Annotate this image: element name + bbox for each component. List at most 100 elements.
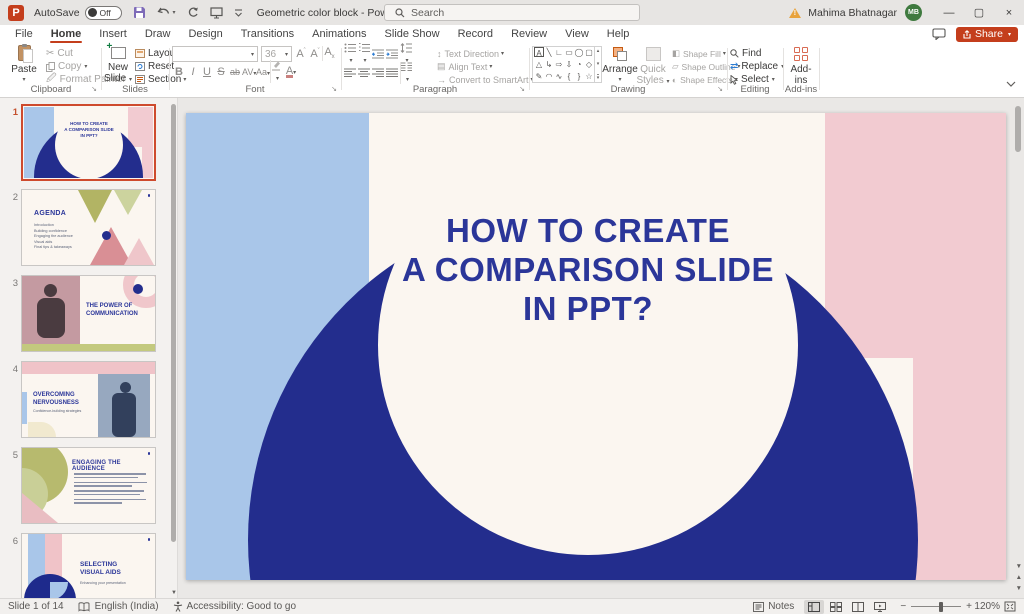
addins-button[interactable]: Add-ins (785, 45, 817, 86)
font-color-icon[interactable]: A▾ (284, 65, 298, 78)
tab-record[interactable]: Record (449, 25, 502, 43)
cut-button[interactable]: ✂Cut (46, 47, 73, 60)
slide-editing-area[interactable]: HOW TO CREATE A COMPARISON SLIDE IN PPT? (186, 113, 1006, 580)
grow-font-icon[interactable]: Aˆ (294, 48, 308, 60)
maximize-button[interactable]: ▢ (964, 0, 994, 25)
slide-indicator[interactable]: Slide 1 of 14 (8, 601, 64, 612)
warning-icon[interactable] (789, 8, 801, 18)
oval-shape-icon[interactable]: ◯ (574, 47, 584, 59)
justify-icon[interactable] (386, 68, 400, 78)
slide-cream-circle-shape[interactable] (378, 135, 798, 555)
increase-indent-icon[interactable] (386, 49, 400, 59)
previous-slide-icon[interactable]: ▲ (1016, 572, 1022, 583)
paragraph-dialog-launcher-icon[interactable]: ↘ (519, 85, 525, 93)
new-slide-button[interactable]: New Slide ▾ (102, 45, 134, 86)
minimize-button[interactable]: — (934, 0, 964, 25)
canvas-scrollbar[interactable] (1015, 106, 1021, 152)
thumbnail-slide-4[interactable]: OVERCOMING NERVOUSNESS Confidence-buildi… (21, 361, 156, 438)
elbow-connector-icon[interactable]: ∟ (554, 47, 564, 59)
slide-show-button[interactable] (870, 600, 890, 614)
triangle-shape-icon[interactable]: △ (534, 59, 544, 71)
clipboard-dialog-launcher-icon[interactable]: ↘ (91, 85, 97, 93)
redo-icon[interactable] (187, 7, 199, 18)
slide-right-band-lower-shape[interactable] (913, 113, 1006, 580)
gallery-scroll-down-icon[interactable]: ▾ (597, 61, 600, 67)
slide-title-text[interactable]: HOW TO CREATE A COMPARISON SLIDE IN PPT? (338, 211, 838, 328)
zoom-slider[interactable] (911, 606, 961, 608)
zoom-out-icon[interactable]: − (900, 601, 906, 612)
close-button[interactable]: × (994, 0, 1024, 25)
decrease-indent-icon[interactable] (372, 49, 386, 59)
arrow-elbow-icon[interactable]: ↳ (544, 59, 554, 71)
align-left-icon[interactable] (344, 68, 358, 78)
user-name[interactable]: Mahima Bhatnagar (808, 7, 897, 19)
tab-insert[interactable]: Insert (90, 25, 136, 43)
scribble-shape-icon[interactable]: ✎ (534, 71, 544, 83)
reset-button[interactable]: Reset (135, 60, 174, 73)
align-right-icon[interactable] (372, 68, 386, 78)
quick-styles-button[interactable]: Quick Styles ▾ (636, 45, 670, 88)
undo-dropdown-icon[interactable]: ▾ (173, 9, 176, 16)
tab-slide-show[interactable]: Slide Show (376, 25, 449, 43)
shape-fill-button[interactable]: ◧Shape Fill▾ (672, 47, 726, 60)
character-spacing-icon[interactable]: AV▾ (242, 67, 256, 77)
highlight-color-icon[interactable]: ▾ (270, 60, 284, 83)
share-button[interactable]: Share ▾ (956, 27, 1018, 42)
thumbnail-slide-6[interactable]: SELECTING VISUAL AIDS Enhancing your pre… (21, 533, 156, 598)
thumbnail-slide-2[interactable]: AGENDA Introduction Building confidence … (21, 189, 156, 266)
zoom-level[interactable]: 120% (972, 601, 1000, 612)
shrink-font-icon[interactable]: Aˇ (308, 48, 322, 60)
slide-sorter-view-button[interactable] (826, 600, 846, 614)
tab-transitions[interactable]: Transitions (232, 25, 303, 43)
reading-view-button[interactable] (848, 600, 868, 614)
tab-view[interactable]: View (556, 25, 598, 43)
right-brace-icon[interactable]: } (574, 71, 584, 83)
bold-button[interactable]: B (172, 66, 186, 78)
gallery-scroll-up-icon[interactable]: ▴ (597, 48, 600, 54)
undo-icon[interactable]: ▾ (157, 7, 176, 18)
left-brace-icon[interactable]: { (564, 71, 574, 83)
italic-button[interactable]: I (186, 66, 200, 78)
text-direction-button[interactable]: ↕Text Direction▾ (437, 47, 504, 60)
replace-button[interactable]: ⇄Replace▾ (730, 60, 784, 73)
pie-shape-icon[interactable]: ◔ (574, 59, 584, 71)
zoom-slider-thumb[interactable] (939, 602, 943, 612)
tab-design[interactable]: Design (179, 25, 231, 43)
comments-icon[interactable] (932, 28, 946, 40)
normal-view-button[interactable] (804, 600, 824, 614)
thumbnail-panel-scrollbar[interactable] (171, 104, 176, 542)
powerpoint-logo-icon[interactable]: P (8, 5, 24, 21)
right-arrow-icon[interactable]: ⇨ (554, 59, 564, 71)
rounded-rectangle-icon[interactable]: ▢ (584, 47, 594, 59)
strike-ab-icon[interactable]: ab (228, 67, 242, 77)
diamond-shape-icon[interactable]: ◇ (584, 59, 594, 71)
next-slide-icon[interactable]: ▼ (1016, 583, 1022, 594)
clear-formatting-icon[interactable]: Ax (322, 46, 336, 60)
drawing-dialog-launcher-icon[interactable]: ↘ (717, 85, 723, 93)
underline-button[interactable]: U (200, 66, 214, 78)
thumbnail-slide-3[interactable]: THE POWER OF COMMUNICATION (21, 275, 156, 352)
change-case-icon[interactable]: Aa▾ (256, 67, 270, 77)
notes-button[interactable]: Notes (753, 601, 794, 612)
font-name-select[interactable]: ▾ (172, 46, 258, 62)
tab-animations[interactable]: Animations (303, 25, 375, 43)
gallery-more-icon[interactable]: ▾ (597, 74, 600, 81)
numbering-icon[interactable]: ▾ (358, 43, 372, 65)
scroll-down-icon[interactable]: ▼ (1016, 561, 1022, 572)
line-shape-icon[interactable]: ╲ (544, 47, 554, 59)
thumbnail-scroll-down-icon[interactable]: ▼ (171, 590, 177, 596)
thumbnail-slide-1[interactable]: HOW TO CREATE A COMPARISON SLIDE IN PPT? (21, 104, 156, 181)
down-arrow-icon[interactable]: ⇩ (564, 59, 574, 71)
save-icon[interactable] (133, 6, 146, 19)
find-button[interactable]: Find (730, 47, 761, 60)
language-selector[interactable]: English (India) (78, 601, 159, 612)
font-dialog-launcher-icon[interactable]: ↘ (331, 85, 337, 93)
columns-icon[interactable]: ▾ (400, 62, 414, 84)
align-center-icon[interactable] (358, 68, 372, 78)
rectangle-shape-icon[interactable]: ▭ (564, 47, 574, 59)
autosave-toggle[interactable]: Off (85, 6, 122, 20)
avatar[interactable]: MB (905, 4, 922, 21)
tab-home[interactable]: Home (42, 25, 91, 43)
collapse-ribbon-icon[interactable] (1006, 81, 1016, 87)
tab-help[interactable]: Help (598, 25, 639, 43)
